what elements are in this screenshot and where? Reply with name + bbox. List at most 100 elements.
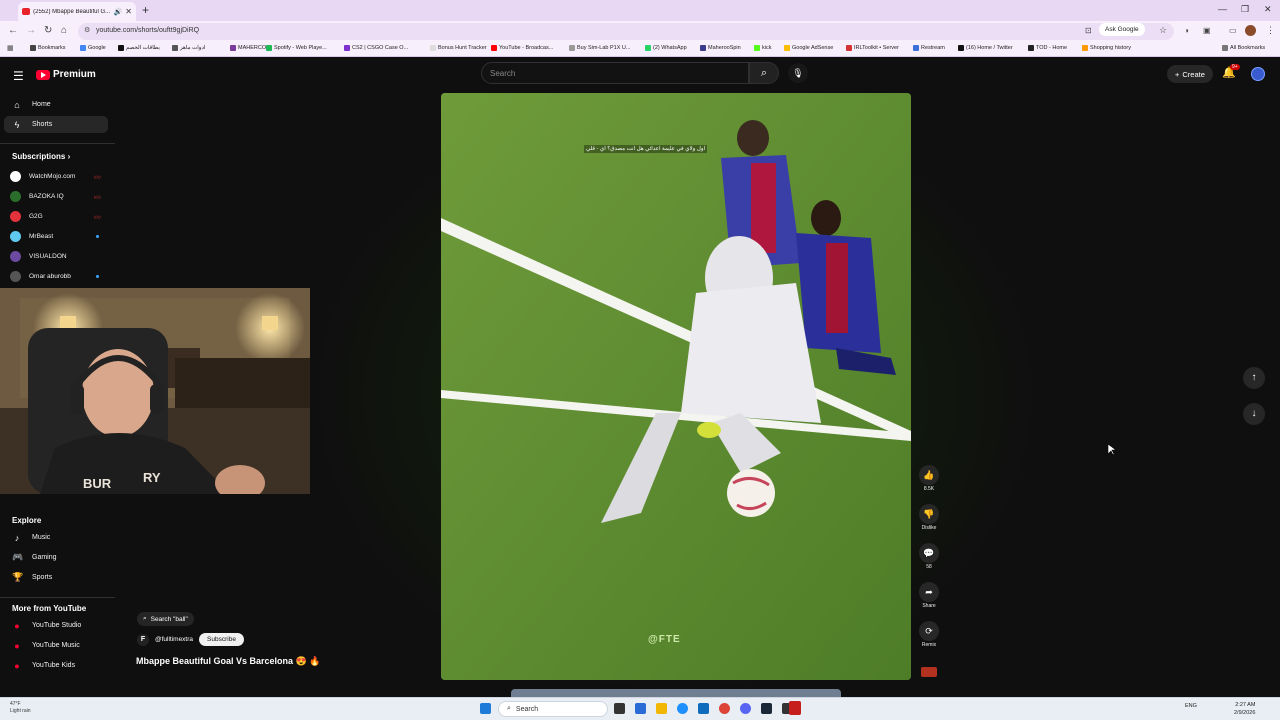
- sidebar-item[interactable]: ● YouTube Music: [4, 637, 108, 654]
- bookmark-item[interactable]: (16) Home / Twitter: [958, 45, 1013, 51]
- remix-button[interactable]: ⟳ Remix: [919, 621, 939, 648]
- chrome-icon[interactable]: [719, 703, 730, 714]
- apps-grid-icon[interactable]: ▦: [7, 44, 14, 52]
- channel-handle[interactable]: @fulltimextra: [155, 636, 193, 643]
- browser-menu-icon[interactable]: ⋮: [1266, 25, 1275, 36]
- widgets-icon[interactable]: [635, 703, 646, 714]
- search-input[interactable]: Search: [481, 62, 749, 84]
- bookmark-item[interactable]: MAHERCO: [230, 45, 266, 51]
- sound-thumbnail[interactable]: [921, 667, 937, 677]
- home-icon[interactable]: ⌂: [61, 25, 67, 36]
- sidebar-item[interactable]: 🎮 Gaming: [4, 549, 108, 566]
- bookmark-item[interactable]: Restream: [913, 45, 945, 51]
- minimize-icon[interactable]: —: [1218, 4, 1227, 14]
- site-info-icon[interactable]: ⚙: [84, 26, 90, 34]
- bookmark-favicon-icon: [172, 45, 178, 51]
- new-tab-button[interactable]: +: [142, 3, 149, 17]
- dislike-button[interactable]: 👎 Dislike: [919, 504, 939, 531]
- comments-button[interactable]: 💬 58: [919, 543, 939, 570]
- mouse-cursor-icon: [1108, 444, 1116, 456]
- video-frame: [441, 93, 911, 680]
- bookmark-item[interactable]: YouTube - Broadcas...: [491, 45, 553, 51]
- share-button[interactable]: ➦ Share: [919, 582, 939, 609]
- subscription-item[interactable]: G2G ((•)): [10, 211, 110, 222]
- all-bookmarks[interactable]: All Bookmarks: [1222, 45, 1265, 51]
- bookmark-item[interactable]: kick: [754, 45, 771, 51]
- search-button[interactable]: ⌕: [749, 62, 779, 84]
- reload-icon[interactable]: ↻: [44, 25, 52, 36]
- url-text[interactable]: youtube.com/shorts/ouftt9gjDiRQ: [96, 27, 199, 34]
- youtube-premium-logo[interactable]: Premium: [36, 69, 96, 80]
- back-icon[interactable]: ←: [8, 25, 18, 36]
- subscription-item[interactable]: VISUALDON: [10, 251, 110, 262]
- discord-icon[interactable]: [740, 703, 751, 714]
- bookmark-item[interactable]: Bookmarks: [30, 45, 66, 51]
- sidepanel-icon[interactable]: ▣: [1203, 26, 1211, 35]
- speaker-icon[interactable]: 🔊: [114, 8, 123, 16]
- subscription-item[interactable]: MrBeast: [10, 231, 110, 242]
- voice-search-button[interactable]: 🎙: [788, 63, 808, 83]
- bookmark-item[interactable]: IRLToolkit • Server: [846, 45, 899, 51]
- maximize-icon[interactable]: ❐: [1241, 4, 1249, 15]
- bookmark-item[interactable]: Google: [80, 45, 106, 51]
- previous-short-button[interactable]: ↑: [1243, 367, 1265, 389]
- short-title[interactable]: Mbappe Beautiful Goal Vs Barcelona 😍 🔥: [136, 656, 320, 667]
- account-avatar[interactable]: [1251, 67, 1265, 81]
- bookmark-item[interactable]: بطاقات الخصم: [118, 45, 160, 51]
- bookmark-item[interactable]: Buy Sim-Lab P1X U...: [569, 45, 631, 51]
- bookmark-item[interactable]: Google AdSense: [784, 45, 833, 51]
- start-icon[interactable]: [480, 703, 491, 714]
- close-tab-icon[interactable]: ✕: [125, 7, 132, 16]
- remix-label: Remix: [921, 642, 937, 648]
- bookmark-item[interactable]: ادوات ماهر: [172, 45, 205, 51]
- task-view-icon[interactable]: [614, 703, 625, 714]
- store-icon[interactable]: [698, 703, 709, 714]
- forward-icon[interactable]: →: [26, 25, 36, 36]
- subscriptions-heading[interactable]: Subscriptions ›: [12, 152, 70, 161]
- install-app-icon[interactable]: ⊡: [1085, 26, 1092, 35]
- create-button[interactable]: + Create: [1167, 65, 1213, 83]
- active-app-icon[interactable]: [789, 701, 801, 715]
- clock[interactable]: 2:27 AM 2/9/2026: [1234, 701, 1255, 717]
- sidebar-item[interactable]: 🏆 Sports: [4, 569, 108, 586]
- like-button[interactable]: 👍 8.5K: [919, 465, 939, 492]
- bookmark-star-icon[interactable]: ☆: [1159, 25, 1167, 36]
- file-explorer-icon[interactable]: [656, 703, 667, 714]
- sidebar-item[interactable]: ♪ Music: [4, 529, 108, 546]
- search-suggestion-chip[interactable]: ⌕ Search "ball": [137, 612, 194, 626]
- bookmark-item[interactable]: Spotify - Web Playe...: [266, 45, 327, 51]
- ask-google-button[interactable]: Ask Google: [1099, 23, 1145, 36]
- subscription-item[interactable]: Omar aburobb: [10, 271, 110, 282]
- close-window-icon[interactable]: ✕: [1264, 4, 1272, 15]
- sidebar-item-shorts[interactable]: ϟ Shorts: [4, 116, 108, 133]
- video-caption: اول ولاي في عليمة اعدائي هل انت مصدق؟ اي…: [584, 145, 708, 153]
- shorts-video-player[interactable]: [441, 93, 911, 680]
- profile-avatar[interactable]: [1245, 25, 1256, 36]
- extension-icon[interactable]: ◑: [1184, 26, 1189, 35]
- bookmark-item[interactable]: Shopping history: [1082, 45, 1131, 51]
- subscribe-button[interactable]: Subscribe: [199, 633, 244, 646]
- steam-icon[interactable]: [761, 703, 772, 714]
- bookmark-favicon-icon: [569, 45, 575, 51]
- weather-widget[interactable]: 47°F Light rain: [10, 701, 31, 715]
- subscription-item[interactable]: BAZOKA IQ ((•)): [10, 191, 110, 202]
- bookmark-item[interactable]: CS2 | CSGO Case O...: [344, 45, 408, 51]
- taskbar-search[interactable]: ⌕ Search: [498, 701, 608, 717]
- sidebar-item[interactable]: ● YouTube Studio: [4, 617, 108, 634]
- guide-menu-icon[interactable]: ☰: [13, 69, 24, 83]
- channel-avatar[interactable]: F: [137, 633, 149, 646]
- browser-tab[interactable]: (2552) Mbappe Beautiful G... 🔊 ✕: [18, 2, 136, 21]
- edge-icon[interactable]: [677, 703, 688, 714]
- shirt-text-left: BUR: [83, 476, 112, 491]
- sidebar-item-home[interactable]: ⌂ Home: [4, 96, 108, 113]
- bookmark-item[interactable]: MaherooSpin: [700, 45, 741, 51]
- chat-icon[interactable]: ▭: [1229, 26, 1237, 35]
- bookmark-item[interactable]: (2) WhatsApp: [645, 45, 687, 51]
- subscription-item[interactable]: WatchMojo.com ((•)): [10, 171, 110, 182]
- system-tray[interactable]: ENG: [1185, 703, 1197, 709]
- omnibox[interactable]: ⚙ youtube.com/shorts/ouftt9gjDiRQ: [78, 23, 1174, 40]
- next-short-button[interactable]: ↓: [1243, 403, 1265, 425]
- bookmark-item[interactable]: Bonus Hunt Tracker: [430, 45, 487, 51]
- sidebar-item[interactable]: ● YouTube Kids: [4, 657, 108, 674]
- bookmark-item[interactable]: TOD - Home: [1028, 45, 1067, 51]
